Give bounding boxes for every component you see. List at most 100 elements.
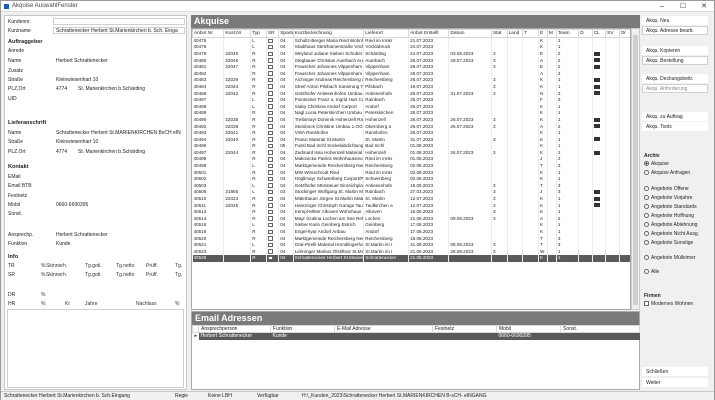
- column-header-13[interactable]: M: [546, 29, 557, 38]
- akquise-grid[interactable]: Anbot Nr Kost.Nr Typ SR Sparte Kurzbezeichnun…: [191, 28, 631, 310]
- akqu-kopieren-button[interactable]: Akqu. Kopieren: [642, 46, 708, 55]
- sr-checkbox-icon[interactable]: [267, 189, 273, 195]
- sr-checkbox-icon[interactable]: [267, 91, 273, 96]
- sr-checkbox-icon[interactable]: [267, 170, 273, 175]
- column-header-3[interactable]: SR: [265, 29, 280, 38]
- column-header-1[interactable]: Kost.Nr: [223, 29, 252, 38]
- radio-vorjahre[interactable]: Angebote Vorjahre: [644, 195, 692, 201]
- table-row[interactable]: 40514 R 04 Mayr Szalina Lochen am See Rekla…: [192, 215, 630, 223]
- sr-checkbox-icon[interactable]: [267, 203, 273, 208]
- table-row[interactable]: 40488 L 04 Siaby Christina Andorf Carport An…: [192, 103, 630, 111]
- table-row[interactable]: 40511 22025 R 04 Hainzinger Christoph Garage…: [192, 202, 630, 209]
- l-plz-field[interactable]: 4774: [53, 148, 73, 155]
- table-row[interactable]: 40486 22042 R 04 Getzlhofer Antiesenhofen Um…: [192, 90, 630, 97]
- notes-area[interactable]: [7, 309, 184, 388]
- column-header-0[interactable]: Anbot Nr: [192, 29, 225, 38]
- sr-checkbox-icon[interactable]: [267, 64, 273, 70]
- sr-checkbox-icon[interactable]: [267, 176, 273, 182]
- table-row[interactable]: 40493 22041 R 04 VWA Ranshofen Ranshofen 26.07…: [192, 129, 630, 137]
- email-column-header-3[interactable]: Festnetz: [432, 325, 497, 333]
- column-header-18[interactable]: Or: [618, 29, 630, 38]
- table-row[interactable]: 40494 22040 R 04 Pranic Material St.Martin St…: [192, 136, 630, 143]
- akqu-deckungsbeitr-button[interactable]: Akqu. Deckungsbeitr.: [642, 74, 708, 83]
- sr-checkbox-icon[interactable]: [267, 110, 273, 116]
- checkbox-modernes-wohnen[interactable]: Modernes Wohnen: [644, 301, 693, 307]
- table-row[interactable]: 40518 R 04 Engel-Ilyar Andorf Anbau Andorf 17…: [192, 228, 630, 236]
- strasse-field[interactable]: Kleinwiesenhart 10: [53, 76, 185, 83]
- sr-checkbox-icon[interactable]: [267, 84, 273, 89]
- radio-ablehnung[interactable]: Angebote Ablehnung: [644, 222, 697, 228]
- email-column-header-2[interactable]: E-Mail Adresse: [334, 325, 433, 333]
- akqu-auftrag-button[interactable]: Akqu. zu Auftrag: [642, 112, 708, 121]
- sr-checkbox-icon[interactable]: [267, 236, 273, 241]
- folder-icon[interactable]: [593, 124, 600, 129]
- festnetz-field[interactable]: [53, 192, 185, 199]
- table-row[interactable]: 40489 R 04 Nagl Lucia Peterskirchen Umbau Pe…: [192, 110, 630, 117]
- folder-icon[interactable]: [593, 58, 600, 63]
- sr-checkbox-icon[interactable]: [267, 71, 273, 76]
- table-row[interactable]: 40520 R 04 Marktgemeinde Reichersberg Neub R…: [192, 235, 630, 242]
- table-row[interactable]: 40497 22044 R 04 Zadmard Issa Hohenzell Mate…: [192, 149, 630, 157]
- akqu-neu-button[interactable]: Akqu. Neu: [642, 16, 708, 25]
- sr-checkbox-icon[interactable]: [267, 222, 273, 228]
- sonst-field[interactable]: [53, 210, 185, 217]
- plz-field[interactable]: 4774: [53, 85, 73, 92]
- table-row[interactable]: 40521 L 04 Oral-Pirelli Material Homdlinger…: [192, 241, 630, 249]
- column-header-5[interactable]: Kurzbezeichnung: [292, 29, 365, 38]
- sr-checkbox-icon[interactable]: [267, 143, 273, 149]
- folder-icon[interactable]: [593, 78, 600, 83]
- table-row[interactable]: 40513 R 04 Kempl-Mitter Alkoven Wohnhaus UA…: [192, 208, 630, 216]
- table-row[interactable]: 40487 L 04 Pointecker Franz u. Ingrid Hart …: [192, 96, 630, 104]
- table-row[interactable]: 40475 L 04 Schultz-Berger Maria Ried Wohnha…: [192, 37, 630, 45]
- table-row[interactable]: 40523 R 04 Lehninger Markus Ölstiftsor St.M…: [192, 248, 630, 256]
- sr-checkbox-icon[interactable]: [267, 130, 273, 136]
- radio-hoffnung[interactable]: Angebote Hoffnung: [644, 213, 694, 219]
- folder-icon[interactable]: [593, 64, 600, 69]
- table-row[interactable]: 40501 R 04 MW Wimschrodt Ried Ried im Innkr 0…: [192, 169, 630, 176]
- column-header-2[interactable]: Typ: [250, 29, 267, 38]
- table-row[interactable]: 40482 R 04 Frauscher Johannes Vilppenham la…: [192, 70, 630, 78]
- radio-offene[interactable]: Angebote Offene: [644, 186, 689, 192]
- close-button[interactable]: ✕: [694, 2, 714, 11]
- radio-alle[interactable]: Alle: [644, 269, 659, 275]
- table-row[interactable]: 40479 22045 R 04 Weyland Juliane Sieben Schu…: [192, 50, 630, 58]
- sr-checkbox-icon[interactable]: [267, 196, 273, 202]
- email-column-header-4[interactable]: Mobil: [496, 325, 561, 333]
- sr-checkbox-icon[interactable]: [267, 229, 273, 235]
- sr-checkbox-icon[interactable]: [267, 209, 273, 215]
- column-header-9[interactable]: Stat: [490, 29, 508, 38]
- email-field[interactable]: [53, 173, 185, 180]
- sr-checkbox-icon[interactable]: [267, 104, 273, 109]
- radio-muelleimer[interactable]: Angebote Mülleimer: [644, 255, 695, 261]
- column-header-12[interactable]: E: [537, 29, 548, 38]
- sr-checkbox-icon[interactable]: [267, 163, 273, 169]
- sr-checkbox-icon[interactable]: [267, 216, 273, 221]
- mobil-field[interactable]: 0660-6690395: [53, 201, 185, 208]
- email-table[interactable]: Ansprechperson Funktion E-Mail Adresse Fest…: [192, 325, 640, 340]
- zusatz-field[interactable]: [53, 67, 185, 74]
- folder-icon[interactable]: [593, 137, 600, 142]
- kurzname-field[interactable]: Schrattenecker Herbert St.Marienkirchen …: [53, 27, 185, 34]
- email-row[interactable]: ▸ Herbert Schrattenecker Kunde 0660-6690395: [192, 332, 640, 340]
- name-field[interactable]: Herbert Schrattenecker: [53, 57, 185, 64]
- radio-nicht-ausg[interactable]: Angebote Nicht Ausg.: [644, 231, 699, 237]
- sr-checkbox-icon[interactable]: [267, 137, 273, 142]
- folder-icon[interactable]: [593, 51, 600, 56]
- sr-checkbox-icon[interactable]: [267, 51, 273, 57]
- akqu-adresse-button[interactable]: Akqu. Adresse bearb.: [642, 26, 708, 35]
- kundennr-field[interactable]: [53, 18, 185, 25]
- table-row[interactable]: 40484 22044 R 04 Streif Anton Pilsbach Sanie…: [192, 83, 630, 91]
- table-row[interactable]: 40498 R 04 Makovicka Patrick Wohnhausneub Ri…: [192, 156, 630, 163]
- folder-icon[interactable]: [593, 203, 600, 208]
- table-row[interactable]: 40525 R 04 Schrattenecker Herbert St.Marien…: [192, 255, 630, 262]
- schliessen-button[interactable]: Schließen: [642, 367, 708, 376]
- column-header-15[interactable]: D: [578, 29, 593, 38]
- sr-checkbox-icon[interactable]: [267, 255, 273, 261]
- folder-icon[interactable]: [593, 196, 600, 201]
- ort-field[interactable]: St. Marienkirchen b.Schärding: [75, 85, 185, 92]
- column-header-16[interactable]: CL: [591, 29, 607, 38]
- email-column-header-0[interactable]: Ansprechperson: [198, 325, 271, 333]
- sr-checkbox-icon[interactable]: [267, 117, 273, 122]
- l-name-field[interactable]: Schrattenecker Herbert St.MARIENKIRCHEN …: [53, 129, 185, 136]
- column-header-11[interactable]: T: [522, 29, 539, 38]
